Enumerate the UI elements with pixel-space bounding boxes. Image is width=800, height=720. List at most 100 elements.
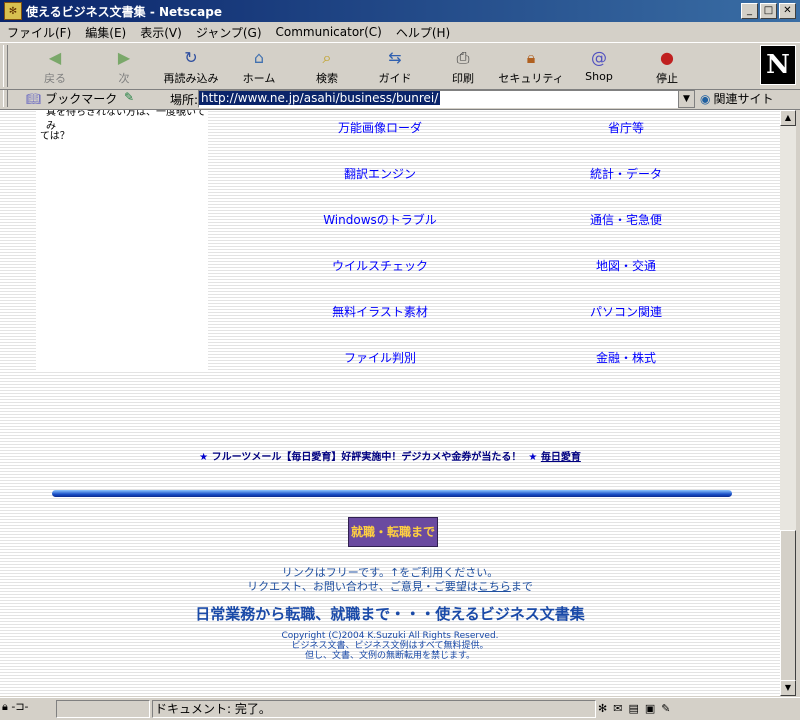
shop-bag-icon: @ — [591, 48, 607, 67]
forward-label: 次 — [118, 72, 130, 85]
stop-label: 停止 — [656, 72, 678, 85]
link-translation[interactable]: 翻訳エンジン — [280, 165, 480, 182]
home-button[interactable]: ⌂ ホーム — [226, 46, 292, 86]
back-label: 戻る — [44, 72, 66, 85]
navigator-icon[interactable]: ✻ — [598, 702, 607, 715]
page-viewport[interactable]: 真を待ちきれない方は、一度覗いてみ ては？ 万能画像ローダ 翻訳エンジン Win… — [0, 110, 780, 696]
copyright-block: Copyright (C)2004 K.Suzuki All Rights Re… — [0, 631, 780, 661]
scroll-down-button[interactable]: ▼ — [780, 680, 796, 696]
link-maps[interactable]: 地図・交通 — [526, 257, 726, 274]
promo-link[interactable]: 毎日愛育 — [541, 452, 581, 463]
back-arrow-icon: ◀ — [48, 48, 62, 67]
scroll-thumb[interactable] — [780, 530, 796, 682]
close-button[interactable]: ✕ — [779, 3, 796, 19]
contact-link[interactable]: こちら — [478, 580, 511, 593]
link-file-identify[interactable]: ファイル判別 — [280, 349, 480, 366]
search-icon: ⌕ — [322, 48, 332, 67]
footer-notice: リンクはフリーです。↑をご利用ください。 リクエスト、お問い合わせ、ご意見・ご要… — [0, 566, 780, 594]
security-label: セキュリティ — [498, 72, 564, 85]
link-ministries[interactable]: 省庁等 — [526, 119, 726, 136]
online-status-icon[interactable]: -⊐- — [11, 700, 28, 713]
footer-line-1: リンクはフリーです。↑をご利用ください。 — [281, 566, 499, 579]
promo-text: フルーツメール【毎日愛育】好評実施中！デジカメや金券が当たる！ — [211, 452, 522, 463]
link-image-loader[interactable]: 万能画像ローダ — [280, 119, 480, 136]
status-text: ドキュメント: 完了。 — [152, 700, 596, 718]
stop-light-icon: ● — [660, 48, 674, 67]
related-sites-icon: ◉ — [700, 91, 711, 106]
security-status-icons[interactable]: 🔒︎ -⊐- — [2, 700, 52, 716]
home-label: ホーム — [242, 72, 276, 85]
search-button[interactable]: ⌕ 検索 — [294, 46, 360, 86]
link-free-illust[interactable]: 無料イラスト素材 — [280, 303, 480, 320]
link-virus-check[interactable]: ウイルスチェック — [280, 257, 480, 274]
mail-icon[interactable]: ✉ — [613, 702, 622, 715]
promo-banner: ★ フルーツメール【毎日愛育】好評実施中！デジカメや金券が当たる！ ★ 毎日愛育 — [0, 448, 780, 463]
stop-button[interactable]: ● 停止 — [634, 46, 700, 86]
composer-icon[interactable]: ✎ — [661, 702, 670, 715]
star-icon: ★ — [528, 452, 538, 463]
menu-bar: ファイル(F) 編集(E) 表示(V) ジャンプ(G) Communicator… — [0, 22, 800, 43]
url-text: http://www.ne.jp/asahi/business/bunrei/ — [199, 91, 441, 105]
search-label: 検索 — [316, 72, 338, 85]
footer-line-2: リクエスト、お問い合わせ、ご意見・ご要望はこちらまで — [0, 580, 780, 594]
footer-title: 日常業務から転職、就職まで・・・使えるビジネス文書集 — [195, 605, 585, 623]
page-proxy-icon[interactable]: ✎ — [124, 90, 134, 104]
vertical-scrollbar[interactable]: ▲ ▼ — [780, 110, 796, 696]
jump-career-button[interactable]: 就職・転職まで — [348, 517, 438, 547]
bookmarks-button[interactable]: 📖︎ ブックマーク — [26, 90, 117, 107]
related-sites-label: 関連サイト — [713, 92, 774, 106]
divider-bar — [52, 490, 732, 497]
related-sites-button[interactable]: ◉ 関連サイト — [700, 90, 774, 107]
discussion-icon[interactable]: ▤ — [628, 702, 638, 715]
maximize-button[interactable]: □ — [760, 3, 777, 19]
url-field[interactable]: http://www.ne.jp/asahi/business/bunrei/ — [198, 90, 680, 108]
footer-line-2-end: まで — [510, 580, 533, 593]
bookmarks-label: ブックマーク — [45, 92, 118, 106]
address-book-icon[interactable]: ▣ — [645, 702, 655, 715]
link-pc[interactable]: パソコン関連 — [526, 303, 726, 320]
guide-label: ガイド — [378, 72, 412, 85]
reload-button[interactable]: ↻ 再読み込み — [158, 46, 224, 86]
menu-edit[interactable]: 編集(E) — [78, 24, 133, 41]
footer-line-2-text: リクエスト、お問い合わせ、ご意見・ご要望は — [247, 580, 478, 593]
menu-communicator[interactable]: Communicator(C) — [269, 25, 389, 39]
star-icon: ★ — [199, 452, 209, 463]
link-statistics[interactable]: 統計・データ — [526, 165, 726, 182]
guide-button[interactable]: ⇆ ガイド — [362, 46, 428, 86]
reload-icon: ↻ — [184, 48, 198, 67]
window-title: 使えるビジネス文書集 - Netscape — [26, 4, 222, 19]
copyright-line-2: ビジネス文書、ビジネス文例はすべて無料提供。 — [291, 641, 489, 651]
netscape-logo[interactable]: N — [760, 45, 796, 85]
forward-arrow-icon: ▶ — [117, 48, 131, 67]
reload-label: 再読み込み — [163, 72, 219, 85]
minimize-button[interactable]: _ — [741, 3, 758, 19]
back-button[interactable]: ◀ 戻る — [22, 46, 88, 86]
toolbar-grip[interactable] — [3, 45, 8, 87]
shop-label: Shop — [585, 70, 613, 83]
link-windows-trouble[interactable]: Windowsのトラブル — [280, 211, 480, 228]
menu-go[interactable]: ジャンプ(G) — [189, 24, 269, 41]
security-lock-status-icon[interactable]: 🔒︎ — [2, 700, 8, 713]
navigation-toolbar: ◀ 戻る ▶ 次 ↻ 再読み込み ⌂ ホーム ⌕ 検索 ⇆ ガイド ⎙ 印刷 🔒… — [0, 43, 800, 90]
print-button[interactable]: ⎙ 印刷 — [430, 46, 496, 86]
link-delivery[interactable]: 通信・宅急便 — [526, 211, 726, 228]
forward-button[interactable]: ▶ 次 — [91, 46, 157, 86]
location-grip[interactable] — [3, 90, 8, 107]
scroll-up-button[interactable]: ▲ — [780, 110, 796, 126]
left-info-box: 真を待ちきれない方は、一度覗いてみ ては？ — [36, 110, 208, 370]
lock-icon: 🔒︎ — [526, 48, 536, 67]
menu-help[interactable]: ヘルプ(H) — [389, 24, 457, 41]
url-dropdown-button[interactable]: ▼ — [678, 90, 695, 108]
location-toolbar: 📖︎ ブックマーク ✎ 場所: http://www.ne.jp/asahi/b… — [0, 89, 800, 110]
security-button[interactable]: 🔒︎ セキュリティ — [498, 46, 564, 86]
menu-view[interactable]: 表示(V) — [133, 24, 189, 41]
copyright-line-3: 但し、文書、文例の無断転用を禁じます。 — [304, 651, 476, 661]
shop-button[interactable]: @ Shop — [566, 46, 632, 86]
link-finance[interactable]: 金融・株式 — [526, 349, 726, 366]
netscape-app-icon[interactable]: ✻ — [4, 2, 22, 20]
window-controls: _ □ ✕ — [741, 3, 796, 19]
bookmark-book-icon: 📖︎ — [26, 91, 42, 106]
progress-bar — [56, 700, 150, 718]
menu-file[interactable]: ファイル(F) — [0, 24, 78, 41]
guide-signpost-icon: ⇆ — [388, 48, 402, 67]
